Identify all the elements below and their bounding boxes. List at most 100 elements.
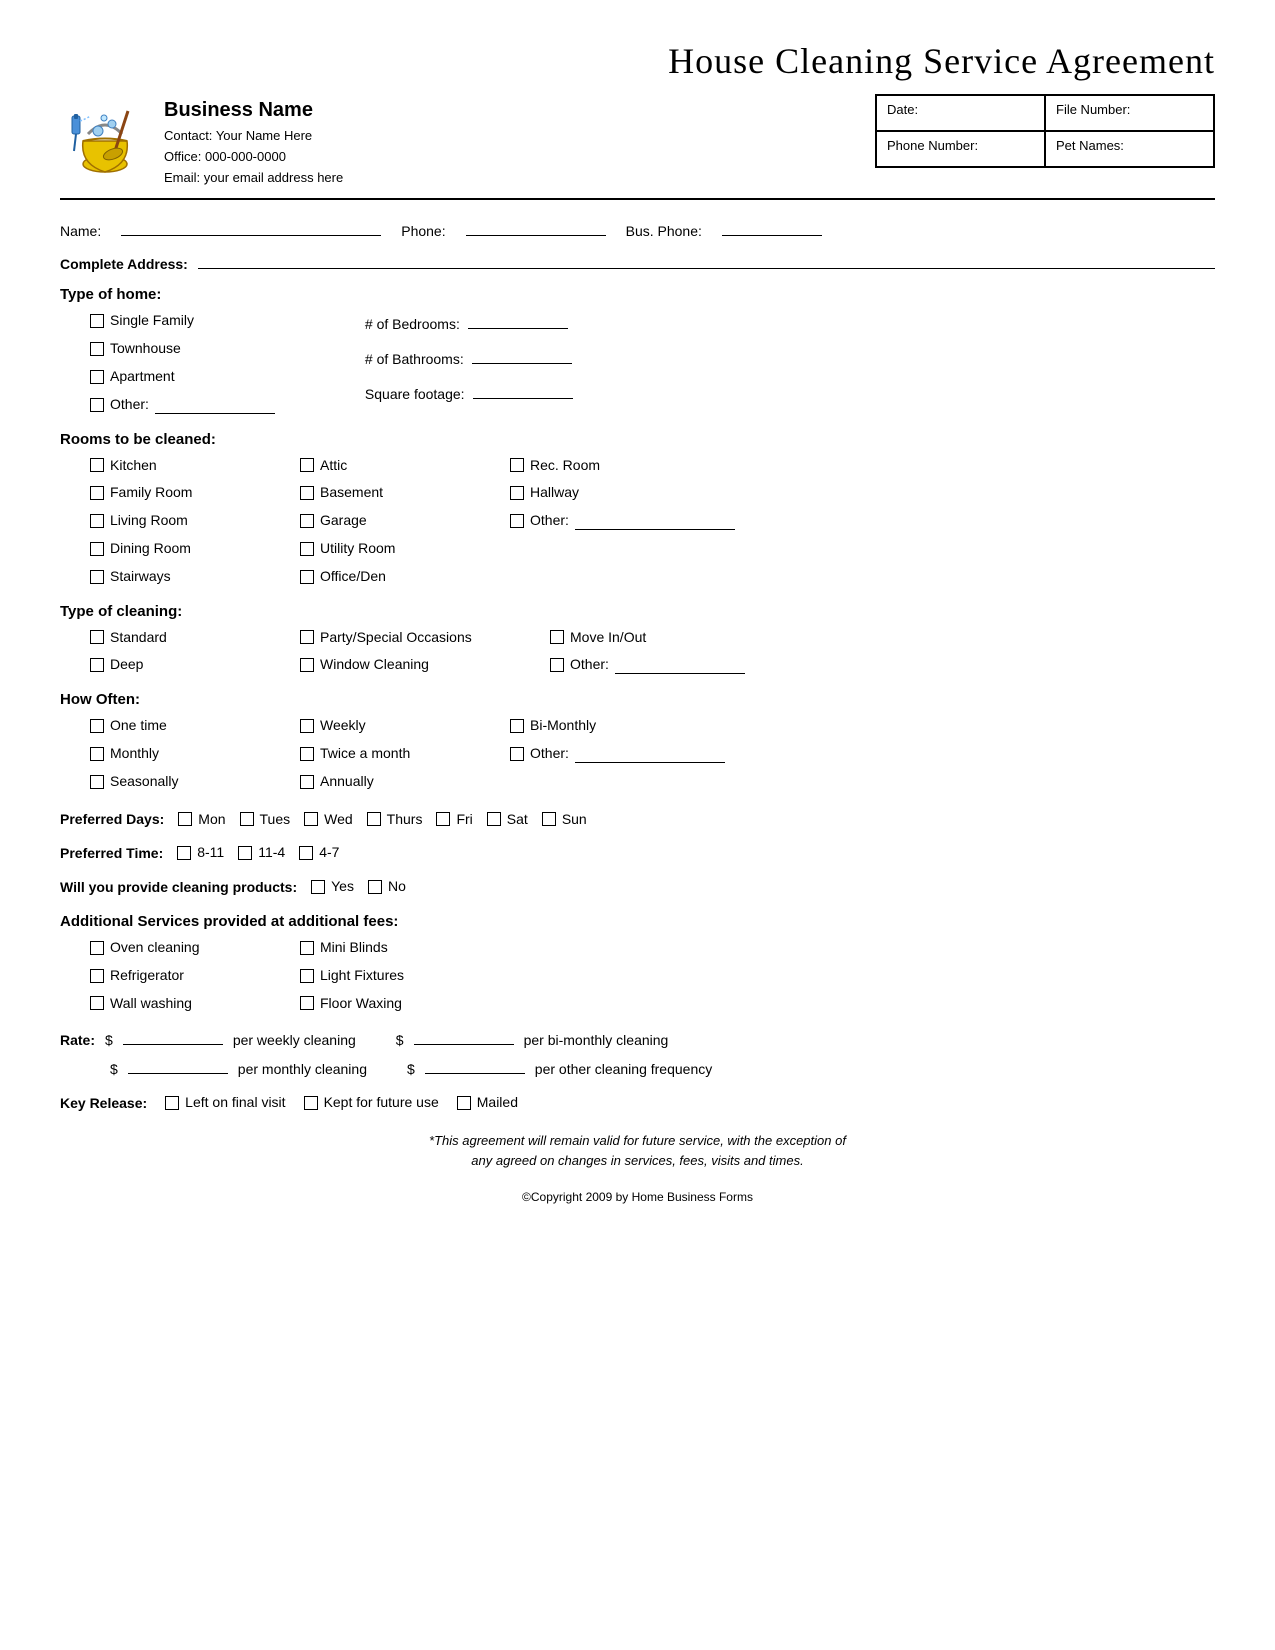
light-fixtures-checkbox[interactable] xyxy=(300,969,314,983)
basement-checkbox[interactable] xyxy=(300,486,314,500)
tues-checkbox[interactable] xyxy=(240,812,254,826)
garage-checkbox[interactable] xyxy=(300,514,314,528)
mini-blinds-checkbox[interactable] xyxy=(300,941,314,955)
time-4-7-item: 4-7 xyxy=(299,841,339,865)
annually-item: Annually xyxy=(300,770,480,794)
utility-room-checkbox[interactable] xyxy=(300,542,314,556)
stairways-checkbox[interactable] xyxy=(90,570,104,584)
phone-number-field[interactable]: Phone Number: xyxy=(876,131,1045,167)
other-cleaning-input[interactable] xyxy=(615,656,745,674)
kitchen-checkbox[interactable] xyxy=(90,458,104,472)
bus-phone-input[interactable] xyxy=(722,218,822,236)
yes-item: Yes xyxy=(311,875,354,899)
sun-checkbox[interactable] xyxy=(542,812,556,826)
seasonally-checkbox[interactable] xyxy=(90,775,104,789)
cleaning-products-label: Will you provide cleaning products: xyxy=(60,879,297,895)
how-often-col3: Bi-Monthly Other: xyxy=(510,714,770,793)
business-name: Business Name xyxy=(164,94,343,126)
rate-bimonthly-amount[interactable] xyxy=(414,1027,514,1045)
other-often-checkbox[interactable] xyxy=(510,747,524,761)
other-often-input[interactable] xyxy=(575,745,725,763)
weekly-checkbox[interactable] xyxy=(300,719,314,733)
attic-checkbox[interactable] xyxy=(300,458,314,472)
address-input[interactable] xyxy=(198,251,1215,269)
time-4-7-checkbox[interactable] xyxy=(299,846,313,860)
time-8-11-checkbox[interactable] xyxy=(177,846,191,860)
rate-weekly-amount[interactable] xyxy=(123,1027,223,1045)
preferred-days-row: Preferred Days: Mon Tues Wed Thurs Fri S… xyxy=(60,808,1215,832)
office-den-checkbox[interactable] xyxy=(300,570,314,584)
bus-phone-label: Bus. Phone: xyxy=(626,223,702,239)
twice-month-checkbox[interactable] xyxy=(300,747,314,761)
bimonthly-checkbox[interactable] xyxy=(510,719,524,733)
standard-checkbox[interactable] xyxy=(90,630,104,644)
single-family-item: Single Family xyxy=(90,309,275,333)
party-special-checkbox[interactable] xyxy=(300,630,314,644)
fri-checkbox[interactable] xyxy=(436,812,450,826)
page-title: House Cleaning Service Agreement xyxy=(60,40,1215,82)
yes-checkbox[interactable] xyxy=(311,880,325,894)
wall-washing-checkbox[interactable] xyxy=(90,996,104,1010)
dining-room-checkbox[interactable] xyxy=(90,542,104,556)
rate-other-amount[interactable] xyxy=(425,1056,525,1074)
preferred-days-label: Preferred Days: xyxy=(60,811,164,827)
rate-label: Rate: xyxy=(60,1032,95,1048)
phone-input[interactable] xyxy=(466,218,606,236)
email-line: Email: your email address here xyxy=(164,168,343,189)
mon-checkbox[interactable] xyxy=(178,812,192,826)
one-time-checkbox[interactable] xyxy=(90,719,104,733)
other-home-checkbox[interactable] xyxy=(90,398,104,412)
sqfootage-input[interactable] xyxy=(473,381,573,399)
rate-other-text: per other cleaning frequency xyxy=(535,1061,712,1077)
apartment-checkbox[interactable] xyxy=(90,370,104,384)
left-final-visit-checkbox[interactable] xyxy=(165,1096,179,1110)
name-label: Name: xyxy=(60,223,101,239)
wed-checkbox[interactable] xyxy=(304,812,318,826)
window-cleaning-checkbox[interactable] xyxy=(300,658,314,672)
weekly-item: Weekly xyxy=(300,714,480,738)
type-of-home-title: Type of home: xyxy=(60,286,1215,303)
bedrooms-input[interactable] xyxy=(468,311,568,329)
bathrooms-row: # of Bathrooms: xyxy=(365,346,573,367)
annually-checkbox[interactable] xyxy=(300,775,314,789)
other-cleaning-checkbox[interactable] xyxy=(550,658,564,672)
date-field[interactable]: Date: xyxy=(876,95,1045,131)
oven-cleaning-checkbox[interactable] xyxy=(90,941,104,955)
hallway-checkbox[interactable] xyxy=(510,486,524,500)
name-input[interactable] xyxy=(121,218,381,236)
no-checkbox[interactable] xyxy=(368,880,382,894)
floor-waxing-checkbox[interactable] xyxy=(300,996,314,1010)
other-room-input[interactable] xyxy=(575,512,735,530)
refrigerator-checkbox[interactable] xyxy=(90,969,104,983)
monthly-checkbox[interactable] xyxy=(90,747,104,761)
rate-monthly-amount[interactable] xyxy=(128,1056,228,1074)
time-11-4-checkbox[interactable] xyxy=(238,846,252,860)
bimonthly-item: Bi-Monthly xyxy=(510,714,770,738)
rooms-title: Rooms to be cleaned: xyxy=(60,431,1215,448)
bathrooms-input[interactable] xyxy=(472,346,572,364)
time-8-11-item: 8-11 xyxy=(177,841,224,865)
thurs-checkbox[interactable] xyxy=(367,812,381,826)
living-room-checkbox[interactable] xyxy=(90,514,104,528)
preferred-time-label: Preferred Time: xyxy=(60,845,163,861)
deep-checkbox[interactable] xyxy=(90,658,104,672)
preferred-time-row: Preferred Time: 8-11 11-4 4-7 xyxy=(60,841,1215,865)
rec-room-checkbox[interactable] xyxy=(510,458,524,472)
thurs-item: Thurs xyxy=(367,808,423,832)
key-release-row: Key Release: Left on final visit Kept fo… xyxy=(60,1091,1215,1115)
single-family-checkbox[interactable] xyxy=(90,314,104,328)
kept-future-use-item: Kept for future use xyxy=(304,1091,439,1115)
cleaning-products-row: Will you provide cleaning products: Yes … xyxy=(60,875,1215,899)
family-room-checkbox[interactable] xyxy=(90,486,104,500)
sat-checkbox[interactable] xyxy=(487,812,501,826)
other-room-checkbox[interactable] xyxy=(510,514,524,528)
file-number-field[interactable]: File Number: xyxy=(1045,95,1214,131)
townhouse-checkbox[interactable] xyxy=(90,342,104,356)
mailed-checkbox[interactable] xyxy=(457,1096,471,1110)
type-of-cleaning-title: Type of cleaning: xyxy=(60,603,1215,620)
kept-future-use-checkbox[interactable] xyxy=(304,1096,318,1110)
move-inout-checkbox[interactable] xyxy=(550,630,564,644)
other-home-input[interactable] xyxy=(155,396,275,414)
pet-names-field[interactable]: Pet Names: xyxy=(1045,131,1214,167)
footer-note: *This agreement will remain valid for fu… xyxy=(60,1131,1215,1170)
